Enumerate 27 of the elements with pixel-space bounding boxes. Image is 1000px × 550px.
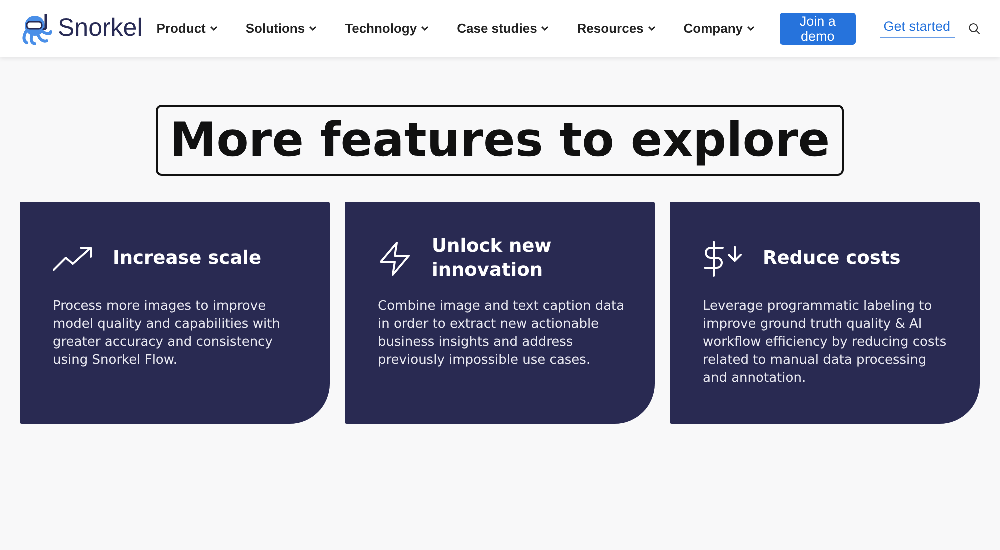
trend-up-icon: [53, 246, 93, 272]
lightning-bolt-icon: [378, 241, 412, 277]
feature-description: Process more images to improve model quality and capabilities with greater accuracy and consistency using Snorkel Flow.: [53, 298, 282, 370]
chevron-down-icon: [210, 26, 218, 31]
chevron-down-icon: [421, 26, 430, 31]
octopus-logo-icon: [20, 12, 54, 46]
chevron-down-icon: [309, 26, 318, 31]
feature-title: Increase scale: [113, 247, 262, 271]
chevron-down-icon: [648, 26, 656, 31]
dollar-down-icon: [703, 241, 743, 277]
chevron-down-icon: [541, 26, 550, 31]
feature-description: Combine image and text caption data in order to extract new actionable business insights and address previously impossible use cases.: [378, 298, 625, 370]
feature-title: Unlock new innovation: [432, 235, 553, 283]
join-demo-button[interactable]: Join a demo: [780, 12, 856, 44]
nav-menu-item[interactable]: Solutions: [246, 21, 318, 36]
feature-description: Leverage programmatic labeling to improve ground truth quality & AI workflow efficiency by reducing costs related to manual data processing and annotation.: [703, 298, 948, 388]
nav-menu-item[interactable]: Resources: [577, 21, 656, 36]
nav-menu-item[interactable]: Case studies: [457, 21, 550, 36]
feature-title: Reduce costs: [763, 247, 901, 271]
get-started-link[interactable]: Get started: [880, 19, 955, 38]
section-heading: More features to explore: [156, 105, 844, 176]
chevron-down-icon: [747, 26, 756, 31]
logo-text[interactable]: Snorkel: [58, 14, 143, 43]
nav-menu-item[interactable]: Company: [684, 21, 756, 36]
nav-menu-item[interactable]: Product: [156, 21, 218, 36]
nav-menu-item[interactable]: Technology: [345, 21, 430, 36]
search-icon[interactable]: [968, 20, 980, 36]
